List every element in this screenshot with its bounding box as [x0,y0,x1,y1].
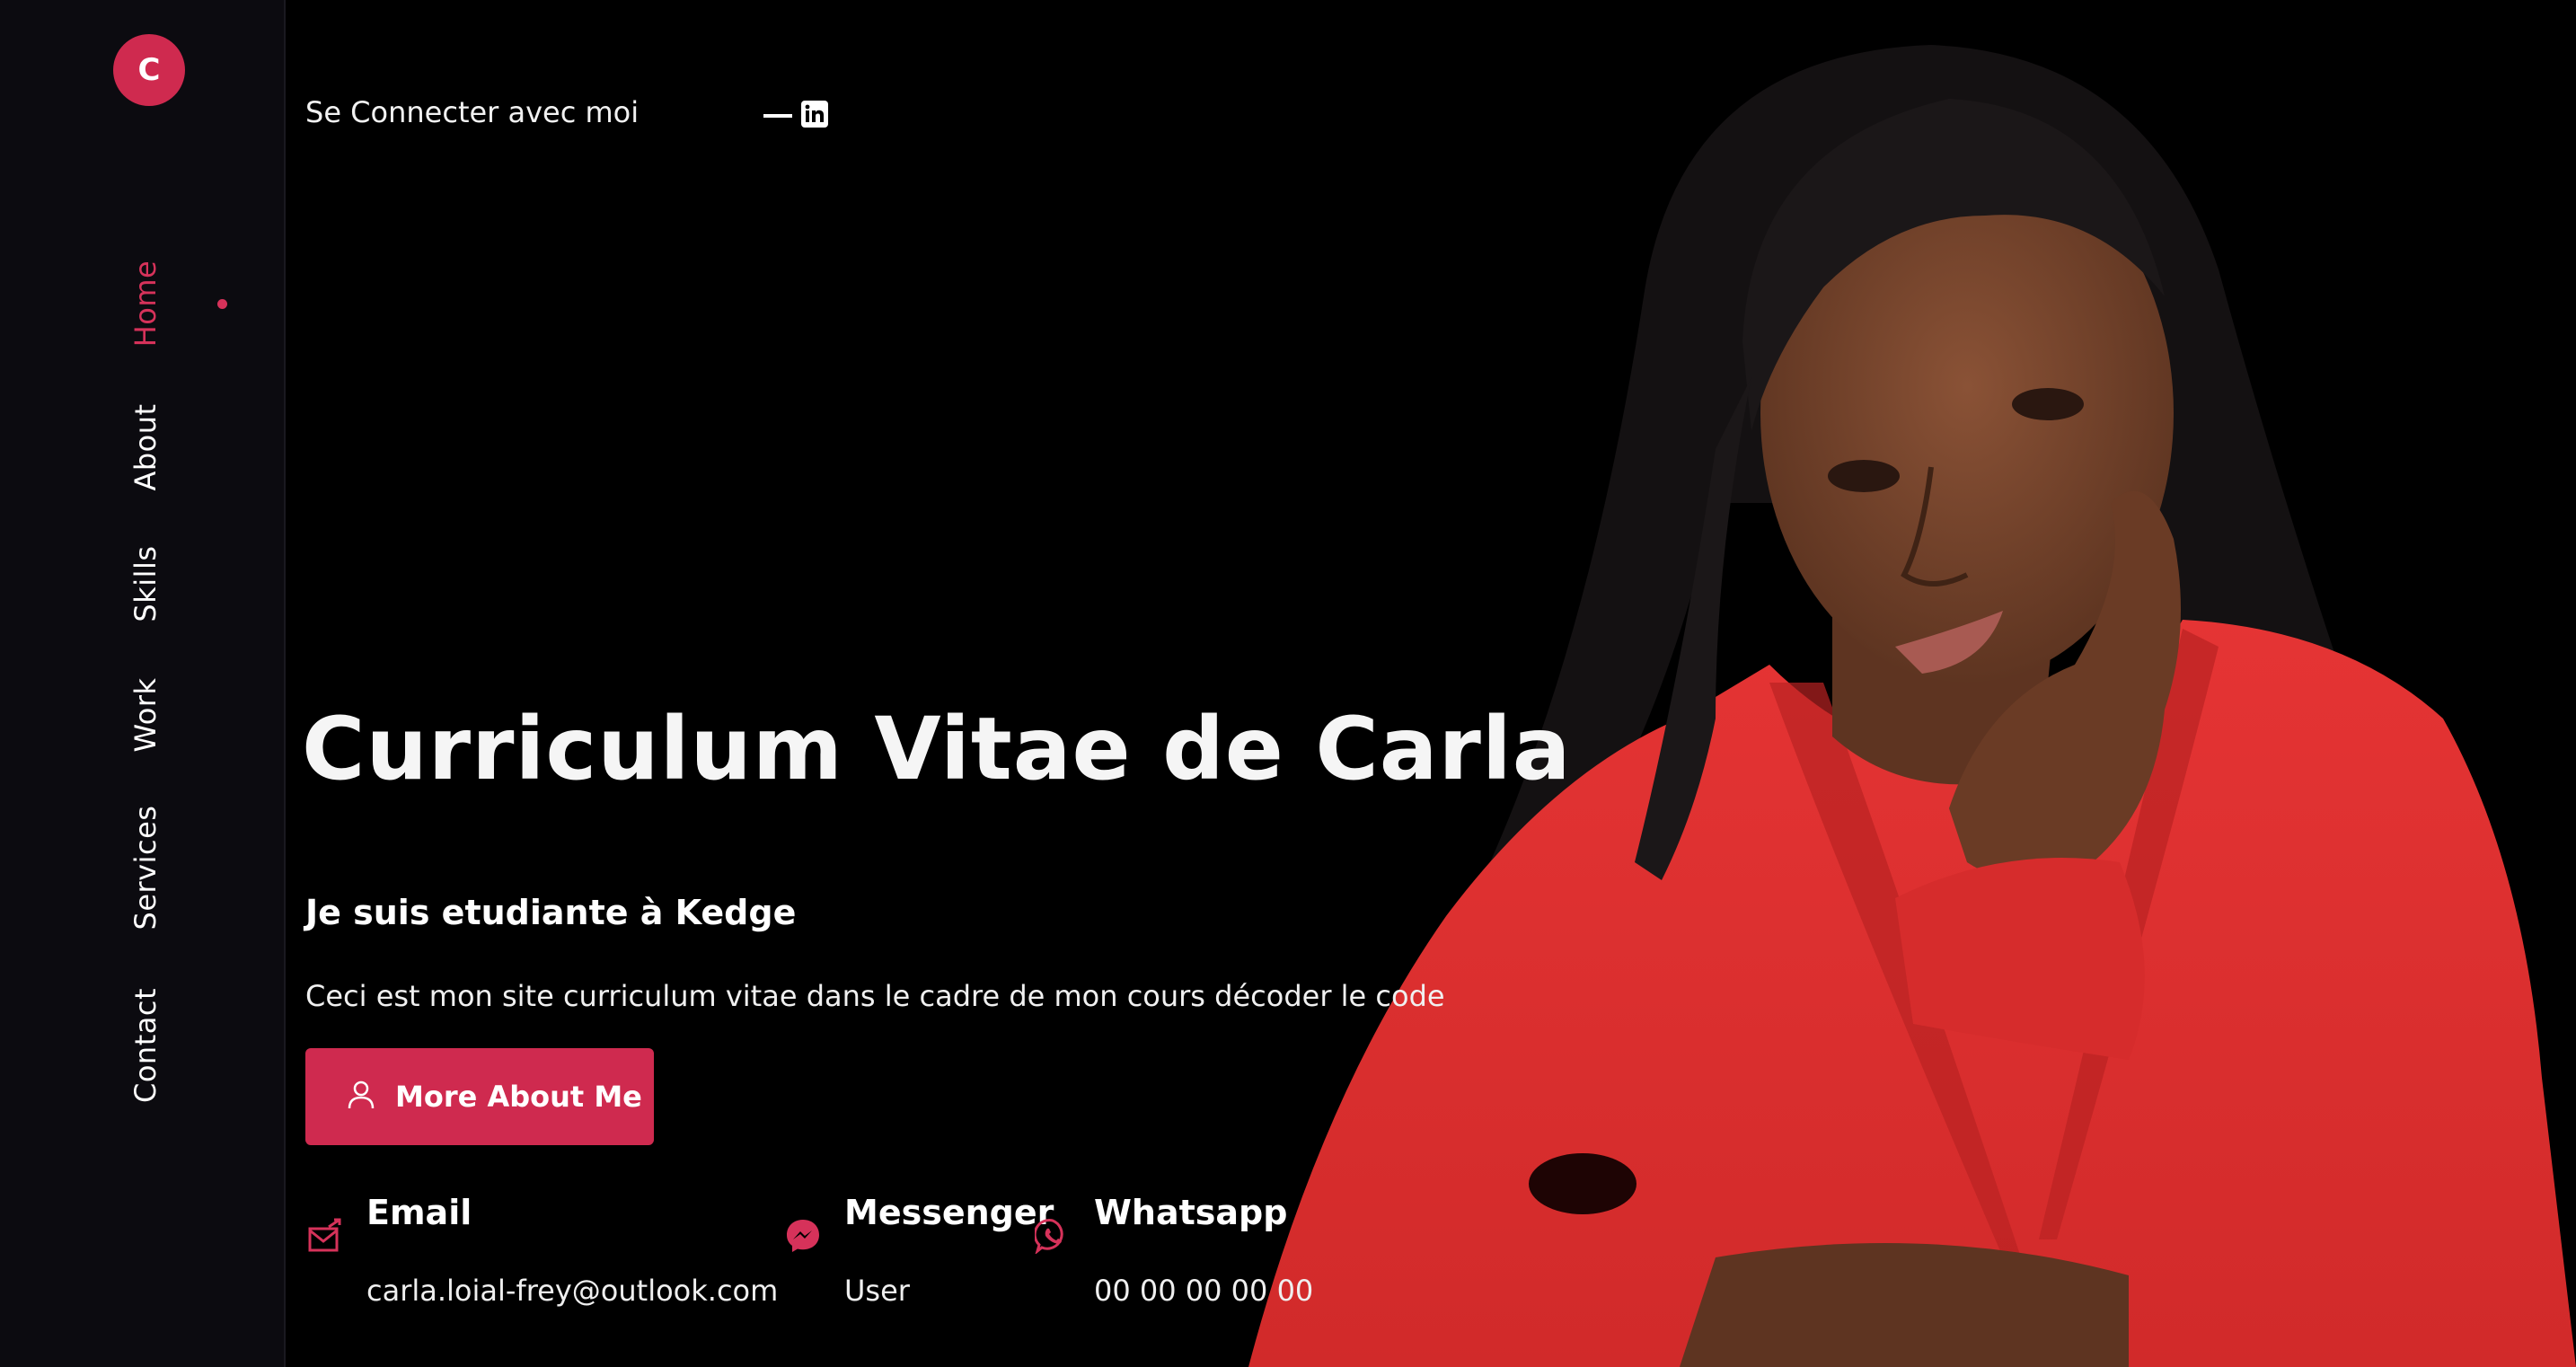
email-value[interactable]: carla.loial-frey@outlook.com [366,1274,778,1308]
hero-subtitle: Je suis etudiante à Kedge [305,893,797,932]
mail-icon [307,1218,343,1257]
sidebar-item-home[interactable]: Home [128,260,163,348]
user-icon [345,1079,377,1115]
connect-divider [763,114,792,118]
messenger-value[interactable]: User [844,1274,910,1308]
linkedin-icon[interactable] [801,101,828,128]
sidebar-item-skills[interactable]: Skills [128,545,163,622]
connect-label: Se Connecter avec moi [305,95,640,129]
hero-description: Ceci est mon site curriculum vitae dans … [305,979,1445,1013]
messenger-title: Messenger [844,1193,1054,1232]
whatsapp-value[interactable]: 00 00 00 00 00 [1094,1274,1313,1308]
active-indicator-dot [217,299,227,309]
email-title: Email [366,1193,472,1232]
logo-letter: C [137,52,161,88]
page-title: Curriculum Vitae de Carla [302,699,1572,799]
sidebar-item-services[interactable]: Services [128,806,163,930]
logo-badge[interactable]: C [113,34,185,106]
sidebar-item-contact[interactable]: Contact [128,988,163,1103]
whatsapp-icon [1033,1218,1071,1257]
portrait-illustration [1248,45,2576,1367]
sidebar: C Home About Skills Work Services Contac… [0,0,286,1367]
sidebar-item-work[interactable]: Work [128,677,163,752]
sidebar-item-about[interactable]: About [128,403,163,490]
portrait-photo [1213,0,2576,1367]
more-about-me-button[interactable]: More About Me [305,1048,654,1145]
whatsapp-title: Whatsapp [1094,1193,1288,1232]
more-about-me-label: More About Me [395,1080,642,1114]
messenger-icon [785,1218,821,1257]
